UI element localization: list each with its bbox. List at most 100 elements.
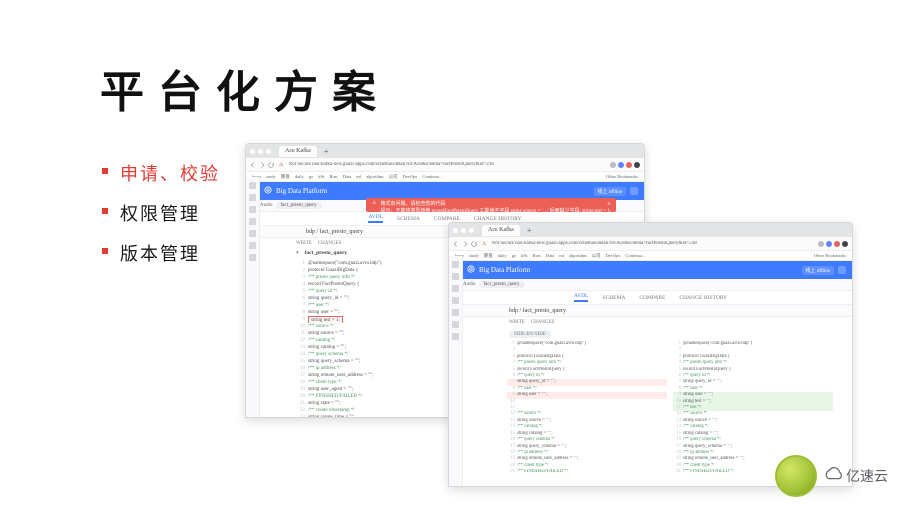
back-icon[interactable]	[250, 162, 256, 168]
bookmark[interactable]: study	[266, 174, 276, 179]
reload-icon[interactable]	[471, 241, 477, 247]
tab-compare[interactable]: COMPARE	[639, 295, 665, 301]
lime-icon	[775, 455, 817, 497]
bookmark[interactable]: 公司	[389, 174, 398, 180]
tab-compare[interactable]: COMPARE	[434, 216, 460, 222]
tab-avdl[interactable]: AVDL	[368, 214, 383, 223]
diff-mode-pill[interactable]: SIDE-BY-SIDE	[509, 331, 551, 338]
chevron-down-icon[interactable]: ▾	[296, 250, 299, 256]
bookmark[interactable]: k8s	[521, 253, 527, 258]
bookmark[interactable]: Data	[546, 253, 555, 258]
avatar[interactable]	[630, 187, 638, 195]
forward-icon[interactable]	[462, 241, 468, 247]
reload-icon[interactable]	[268, 162, 274, 168]
env-badge: 线上 offline	[802, 266, 835, 275]
bookmark[interactable]: 算盘	[281, 174, 290, 180]
bookmark[interactable]: DevOps	[606, 253, 621, 258]
traffic-dot	[258, 149, 263, 154]
ext-icon[interactable]	[634, 162, 640, 168]
bookmark[interactable]: daily	[498, 253, 507, 258]
brand-icon	[264, 186, 272, 196]
rail-icon[interactable]	[249, 218, 256, 225]
side-rail	[449, 256, 463, 486]
ext-icon[interactable]	[626, 162, 632, 168]
brand-title: Big Data Platform	[276, 187, 327, 195]
crumb-chip[interactable]: fact_presto_query	[276, 202, 322, 209]
slide-title: 平台化方案	[100, 56, 390, 120]
bookmark[interactable]: Continua…	[422, 174, 443, 179]
other-bookmarks[interactable]: Other Bookmarks	[814, 253, 846, 258]
rail-icon[interactable]	[452, 297, 459, 304]
browser-tab[interactable]: Ace Kafka	[279, 146, 317, 157]
crumb[interactable]: Audio	[463, 282, 476, 287]
rail-icon[interactable]	[249, 194, 256, 201]
bookmark[interactable]: Rust	[533, 253, 541, 258]
rail-icon[interactable]	[249, 242, 256, 249]
env-badge: 线上 offline	[594, 187, 627, 196]
bookmark[interactable]: go	[512, 253, 517, 258]
rail-icon[interactable]	[452, 333, 459, 340]
brand-title: Big Data Platform	[479, 266, 530, 274]
tab-history[interactable]: CHANGE HISTORY	[679, 295, 727, 301]
bookmark[interactable]: DevOps	[403, 174, 418, 179]
brand-icon	[467, 265, 475, 275]
error-toast: ⚠ 格式有问题，请检查您的代码 提示：不能将类型转换 recordFactPre…	[366, 198, 616, 212]
editor-tab-changes[interactable]: CHANGES	[531, 320, 555, 325]
bookmark[interactable]: 公司	[592, 253, 601, 259]
ext-icon[interactable]	[618, 162, 624, 168]
rail-icon[interactable]	[452, 309, 459, 316]
path-bar: bdp / fact_presto_query	[449, 305, 852, 317]
section-tabs: AVDL SCHEMA COMPARE CHANGE HISTORY	[449, 291, 852, 305]
editor-tab-write[interactable]: WRITE	[296, 241, 312, 246]
browser-window-2: Ace Kafka + ⚠ Not Secure nao-kafka-new.g…	[448, 222, 853, 487]
forward-icon[interactable]	[259, 162, 265, 168]
close-icon[interactable]: ×	[607, 200, 611, 208]
url-text[interactable]: Not Secure nao-kafka-new.guazi-apps.com/…	[288, 162, 605, 167]
url-text[interactable]: Not Secure nao-kafka-new.guazi-apps.com/…	[491, 241, 813, 246]
other-bookmarks[interactable]: Other Bookmarks	[606, 174, 638, 179]
crumb-chip[interactable]: fact_presto_query	[479, 281, 525, 288]
rail-icon[interactable]	[249, 230, 256, 237]
browser-tab[interactable]: Ace Kafka	[482, 225, 520, 236]
tab-avdl[interactable]: AVDL	[574, 293, 589, 302]
bookmark[interactable]: Continua…	[625, 253, 646, 258]
tab-schema[interactable]: SCHEMA	[397, 216, 420, 222]
bookmark[interactable]: study	[469, 253, 479, 258]
ext-icon[interactable]	[834, 241, 840, 247]
crumb[interactable]: Audio	[260, 203, 273, 208]
rail-icon[interactable]	[249, 182, 256, 189]
bookmark[interactable]: Data	[343, 174, 352, 179]
tab-history[interactable]: CHANGE HISTORY	[474, 216, 522, 222]
bookmark[interactable]: 算盘	[484, 253, 493, 259]
file-name: fact_presto_query	[305, 250, 348, 256]
tab-schema[interactable]: SCHEMA	[602, 295, 625, 301]
bookmark[interactable]: ml	[559, 253, 564, 258]
editor-tab-write[interactable]: WRITE	[509, 320, 525, 325]
new-tab-button[interactable]: +	[324, 147, 329, 156]
bookmark[interactable]: daily	[295, 174, 304, 179]
error-line: 提示：不能将类型转换 recordFactPrestoQuery 工能读不字段 …	[380, 207, 611, 214]
bookmark[interactable]: Rust	[330, 174, 338, 179]
bookmark[interactable]: algorithm	[366, 174, 384, 179]
rail-icon[interactable]	[452, 261, 459, 268]
bookmark[interactable]: k8s	[318, 174, 324, 179]
avatar[interactable]	[838, 266, 846, 274]
bookmark[interactable]: go	[309, 174, 314, 179]
bookmark[interactable]: algorithm	[569, 253, 587, 258]
traffic-dot	[266, 149, 271, 154]
rail-icon[interactable]	[452, 273, 459, 280]
new-tab-button[interactable]: +	[527, 226, 532, 235]
ext-icon[interactable]	[826, 241, 832, 247]
ext-icon[interactable]	[842, 241, 848, 247]
bookmark[interactable]: ml	[356, 174, 361, 179]
ext-icon[interactable]	[818, 241, 824, 247]
rail-icon[interactable]	[452, 285, 459, 292]
address-bar: ⚠ Not Secure nao-kafka-new.guazi-apps.co…	[449, 237, 852, 251]
editor-tab-changes[interactable]: CHANGES	[318, 241, 342, 246]
traffic-dot	[461, 228, 466, 233]
ext-icon[interactable]	[610, 162, 616, 168]
diff-left: 1@namespace("com.guazi.avro.bdp")23proto…	[507, 341, 667, 476]
rail-icon[interactable]	[452, 321, 459, 328]
back-icon[interactable]	[453, 241, 459, 247]
rail-icon[interactable]	[249, 206, 256, 213]
